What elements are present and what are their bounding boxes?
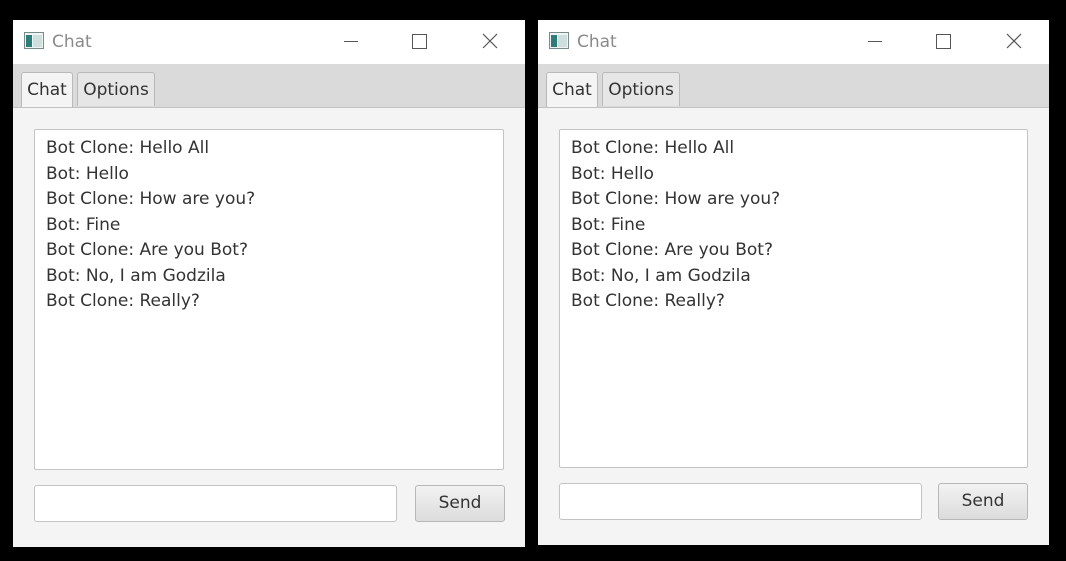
chat-message: Bot Clone: Hello All <box>571 138 735 158</box>
close-icon <box>482 33 498 49</box>
tab-options[interactable]: Options <box>77 72 155 106</box>
chat-message: Bot: Fine <box>571 214 646 235</box>
chat-history[interactable]: Bot Clone: Hello All Bot: Hello Bot Clon… <box>34 129 504 470</box>
minimize-button[interactable] <box>851 20 897 64</box>
tab-bar: Chat Options <box>13 64 525 108</box>
window-title: Chat <box>577 32 617 52</box>
chat-message: Bot Clone: Are you Bot? <box>571 240 773 260</box>
chat-message: Bot Clone: How are you? <box>571 189 781 209</box>
maximize-button[interactable] <box>920 20 966 64</box>
minimize-button[interactable] <box>327 20 373 64</box>
chat-window-1: Chat Chat Options Bot Clone: Hello All B… <box>13 20 525 547</box>
tab-bar: Chat Options <box>538 64 1049 108</box>
chat-message: Bot: No, I am Godzila <box>571 265 751 286</box>
title-bar[interactable]: Chat <box>538 20 1049 64</box>
app-window-icon <box>549 32 569 49</box>
tab-chat[interactable]: Chat <box>21 72 73 107</box>
tab-options[interactable]: Options <box>602 72 680 106</box>
window-title: Chat <box>52 32 92 52</box>
maximize-button[interactable] <box>396 20 442 64</box>
maximize-icon <box>936 34 951 49</box>
chat-message: Bot: Fine <box>46 214 121 235</box>
message-input[interactable] <box>559 483 922 520</box>
chat-history[interactable]: Bot Clone: Hello All Bot: Hello Bot Clon… <box>559 129 1028 468</box>
message-input[interactable] <box>34 485 397 522</box>
close-icon <box>1006 33 1022 49</box>
chat-message: Bot Clone: Hello All <box>46 138 210 158</box>
send-button[interactable]: Send <box>938 483 1028 520</box>
tab-chat[interactable]: Chat <box>546 72 598 107</box>
title-bar[interactable]: Chat <box>13 20 525 64</box>
minimize-icon <box>868 41 882 42</box>
maximize-icon <box>412 34 427 49</box>
chat-window-2: Chat Chat Options Bot Clone: Hello All B… <box>538 20 1049 545</box>
close-button[interactable] <box>467 20 513 64</box>
chat-message: Bot Clone: How are you? <box>46 189 256 209</box>
chat-message: Bot: Hello <box>46 163 129 184</box>
close-button[interactable] <box>991 20 1037 64</box>
chat-message: Bot: Hello <box>571 163 654 184</box>
minimize-icon <box>344 41 358 42</box>
chat-message: Bot: No, I am Godzila <box>46 265 226 286</box>
app-window-icon <box>24 32 44 49</box>
chat-message: Bot Clone: Really? <box>46 291 200 311</box>
chat-message: Bot Clone: Are you Bot? <box>46 240 248 260</box>
send-button[interactable]: Send <box>415 485 505 522</box>
chat-message: Bot Clone: Really? <box>571 291 725 311</box>
